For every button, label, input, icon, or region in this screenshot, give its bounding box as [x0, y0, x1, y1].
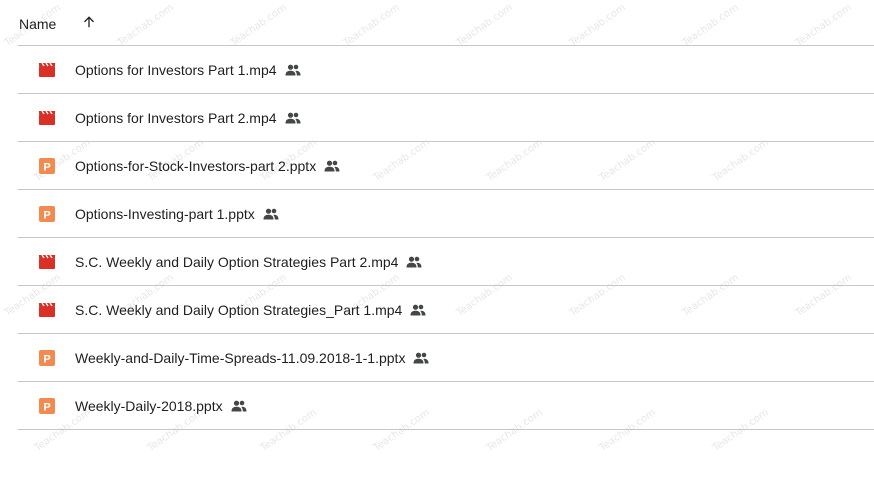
video-file-icon — [39, 110, 55, 126]
video-file-icon — [39, 302, 55, 318]
slides-file-icon: P — [39, 397, 55, 414]
file-row[interactable]: S.C. Weekly and Daily Option Strategies_… — [18, 286, 874, 334]
shared-people-icon — [231, 398, 247, 414]
sort-ascending-icon[interactable] — [80, 13, 98, 31]
file-list-view: Teachab.com Teachab.com Teachab.com Teachab… — [0, 0, 874, 477]
slides-file-icon: P — [39, 349, 55, 366]
file-list: Options for Investors Part 1.mp4 Options… — [18, 46, 874, 430]
file-name[interactable]: Options-for-Stock-Investors-part 2.pptx — [75, 158, 316, 174]
list-header: Name — [18, 0, 874, 46]
file-row[interactable]: P Options-Investing-part 1.pptx — [18, 190, 874, 238]
shared-people-icon — [285, 62, 301, 78]
file-row[interactable]: P Weekly-and-Daily-Time-Spreads-11.09.20… — [18, 334, 874, 382]
slides-file-icon: P — [39, 205, 55, 222]
svg-text:P: P — [43, 401, 50, 413]
file-name[interactable]: Options-Investing-part 1.pptx — [75, 206, 255, 222]
name-column-header[interactable]: Name — [19, 16, 56, 32]
video-file-icon — [39, 62, 55, 78]
slides-file-icon: P — [39, 157, 55, 174]
shared-people-icon — [285, 110, 301, 126]
video-file-icon — [39, 254, 55, 270]
file-name[interactable]: Options for Investors Part 2.mp4 — [75, 110, 277, 126]
shared-people-icon — [413, 350, 429, 366]
file-name[interactable]: Weekly-Daily-2018.pptx — [75, 398, 223, 414]
file-row[interactable]: P Weekly-Daily-2018.pptx — [18, 382, 874, 430]
file-row[interactable]: P Options-for-Stock-Investors-part 2.ppt… — [18, 142, 874, 190]
file-row[interactable]: S.C. Weekly and Daily Option Strategies … — [18, 238, 874, 286]
svg-text:P: P — [43, 353, 50, 365]
svg-text:P: P — [43, 209, 50, 221]
file-row[interactable]: Options for Investors Part 1.mp4 — [18, 46, 874, 94]
shared-people-icon — [406, 254, 422, 270]
shared-people-icon — [324, 158, 340, 174]
file-name[interactable]: S.C. Weekly and Daily Option Strategies … — [75, 254, 398, 270]
file-name[interactable]: Options for Investors Part 1.mp4 — [75, 62, 277, 78]
svg-text:P: P — [43, 161, 50, 173]
file-name[interactable]: Weekly-and-Daily-Time-Spreads-11.09.2018… — [75, 350, 405, 366]
file-name[interactable]: S.C. Weekly and Daily Option Strategies_… — [75, 302, 402, 318]
file-row[interactable]: Options for Investors Part 2.mp4 — [18, 94, 874, 142]
shared-people-icon — [410, 302, 426, 318]
shared-people-icon — [263, 206, 279, 222]
